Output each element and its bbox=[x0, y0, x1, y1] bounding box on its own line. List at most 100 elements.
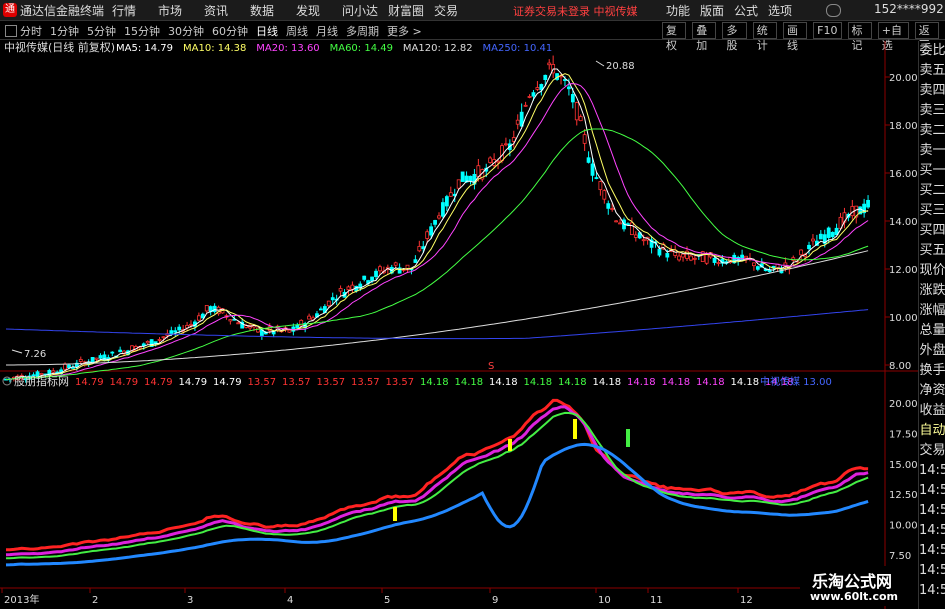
high-price-label: 20.88 bbox=[606, 61, 635, 72]
candle-body bbox=[716, 262, 721, 265]
candle-body bbox=[590, 163, 595, 176]
menu-options[interactable]: 选项 bbox=[768, 2, 792, 19]
sidebar-item[interactable]: 14:56 bbox=[919, 521, 945, 541]
main-y-tick: 16.00 bbox=[889, 169, 918, 180]
candle-body bbox=[811, 238, 815, 242]
candle-body bbox=[429, 226, 434, 236]
sidebar-item: 换手 bbox=[919, 363, 945, 378]
candle-body bbox=[582, 134, 587, 144]
tab-weekly[interactable]: 周线 bbox=[286, 23, 308, 39]
statistics-button[interactable]: 统计 bbox=[752, 22, 777, 52]
menu-data[interactable]: 数据 bbox=[250, 2, 296, 19]
sidebar-item[interactable]: 14:56 bbox=[919, 461, 945, 481]
candle-body bbox=[157, 338, 162, 341]
menu-market[interactable]: 市场 bbox=[158, 2, 204, 19]
panel-toggle-icon[interactable] bbox=[5, 25, 17, 37]
sidebar-item: 卖一 bbox=[919, 143, 945, 158]
indicator-value: 14.79 bbox=[75, 377, 104, 388]
candle-body bbox=[78, 359, 83, 362]
candle-body bbox=[866, 199, 870, 208]
tab-multi-period[interactable]: 多周期 bbox=[346, 23, 379, 39]
restore-rights-button[interactable]: 复权 bbox=[662, 22, 687, 52]
indicator-value: 13.57 bbox=[351, 377, 380, 388]
right-menu: 功能 版面 公式 选项 bbox=[666, 2, 802, 19]
menu-layout[interactable]: 版面 bbox=[700, 2, 724, 19]
sidebar-item[interactable]: 14:56 bbox=[919, 561, 945, 581]
x-axis-tick: 9 bbox=[492, 595, 498, 606]
menu-quotes[interactable]: 行情 bbox=[112, 2, 158, 19]
main-chart-label: 中视传媒(日线 前复权) bbox=[4, 41, 115, 54]
tab-timeshare[interactable]: 分时 bbox=[20, 23, 42, 39]
candle-body bbox=[326, 300, 331, 307]
indicator-y-tick: 17.50 bbox=[889, 429, 918, 440]
period-bar: 分时 1分钟 5分钟 15分钟 30分钟 60分钟 日线 周线 月线 多周期 更… bbox=[0, 21, 945, 52]
indicator-value: 14.79 bbox=[213, 377, 242, 388]
candle-body bbox=[594, 177, 599, 179]
menu-wealth[interactable]: 财富圈 bbox=[388, 2, 434, 19]
menu-function[interactable]: 功能 bbox=[666, 2, 690, 19]
tab-daily[interactable]: 日线 bbox=[256, 23, 278, 39]
f10-button[interactable]: F10 bbox=[813, 22, 842, 39]
login-warning[interactable]: 证券交易未登录 中视传媒 bbox=[513, 3, 638, 19]
title-bar: 通 通达信金融终端 行情 市场 资讯 数据 发现 问小达 财富圈 交易 证券交易… bbox=[0, 0, 945, 21]
tab-monthly[interactable]: 月线 bbox=[316, 23, 338, 39]
tab-1min[interactable]: 1分钟 bbox=[50, 23, 79, 39]
candle-body bbox=[704, 254, 709, 264]
candle-body bbox=[433, 220, 437, 225]
add-watchlist-button[interactable]: +自选 bbox=[877, 22, 909, 52]
period-tabs: 分时 1分钟 5分钟 15分钟 30分钟 60分钟 日线 周线 月线 多周期 更… bbox=[20, 23, 430, 39]
candle-body bbox=[744, 255, 748, 259]
signal-marker: S bbox=[488, 361, 494, 372]
menu-trade[interactable]: 交易 bbox=[434, 2, 480, 19]
tab-5min[interactable]: 5分钟 bbox=[87, 23, 116, 39]
candle-body bbox=[543, 74, 548, 81]
tab-15min[interactable]: 15分钟 bbox=[124, 23, 160, 39]
sidebar-item[interactable]: 14:56 bbox=[919, 581, 945, 601]
indicator-value: 14.18 bbox=[524, 377, 553, 388]
candle-body bbox=[319, 308, 323, 311]
mark-button[interactable]: 标记 bbox=[847, 22, 872, 52]
candle-body bbox=[421, 246, 426, 250]
tab-60min[interactable]: 60分钟 bbox=[212, 23, 248, 39]
overlay-button[interactable]: 叠加 bbox=[692, 22, 717, 52]
tab-more[interactable]: 更多 > bbox=[387, 23, 422, 39]
candle-body bbox=[570, 94, 575, 103]
main-y-tick: 8.00 bbox=[889, 361, 911, 372]
user-account[interactable]: 152****992 bbox=[874, 2, 944, 16]
kline-chart-area[interactable]: 中视传媒(日线 前复权) MA5: 14.79 MA10: 14.38 MA20: … bbox=[0, 41, 918, 609]
indicator-red-line bbox=[6, 398, 869, 552]
indicator-y-tick: 20.00 bbox=[889, 399, 918, 410]
sidebar-item[interactable]: 14:56 bbox=[919, 501, 945, 521]
candle-body bbox=[413, 259, 418, 263]
sidebar-item[interactable]: 14:56 bbox=[919, 481, 945, 501]
menu-discover[interactable]: 发现 bbox=[296, 2, 342, 19]
user-icon[interactable] bbox=[826, 4, 841, 17]
candle-body bbox=[629, 222, 634, 236]
ma-legend-item: MA5: 14.79 bbox=[116, 43, 173, 54]
sidebar-item[interactable]: 自动 bbox=[919, 421, 945, 441]
main-y-tick: 14.00 bbox=[889, 217, 918, 228]
menu-formula[interactable]: 公式 bbox=[734, 2, 758, 19]
draw-line-button[interactable]: 画线 bbox=[782, 22, 808, 52]
candle-body bbox=[602, 190, 607, 200]
candle-body bbox=[299, 319, 304, 327]
menu-news[interactable]: 资讯 bbox=[204, 2, 250, 19]
candle-body bbox=[818, 233, 823, 240]
indicator-y-tick: 12.50 bbox=[889, 490, 918, 501]
candle-body bbox=[444, 196, 449, 207]
back-button[interactable]: 返回 bbox=[914, 22, 939, 52]
candle-body bbox=[236, 322, 241, 325]
candle-body bbox=[374, 270, 378, 277]
sidebar-item: 净资 bbox=[919, 383, 945, 398]
candle-body bbox=[295, 324, 300, 329]
indicator-value: 14.18 bbox=[593, 377, 622, 388]
sidebar-item[interactable]: 交易 bbox=[919, 441, 945, 461]
menu-ask[interactable]: 问小达 bbox=[342, 2, 388, 19]
candle-body bbox=[212, 305, 217, 313]
tab-30min[interactable]: 30分钟 bbox=[168, 23, 204, 39]
sidebar-item[interactable]: 14:56 bbox=[919, 541, 945, 561]
candle-body bbox=[425, 231, 430, 239]
candle-body bbox=[441, 202, 445, 217]
multi-stock-button[interactable]: 多股 bbox=[722, 22, 747, 52]
x-axis-tick: 10 bbox=[598, 595, 611, 606]
